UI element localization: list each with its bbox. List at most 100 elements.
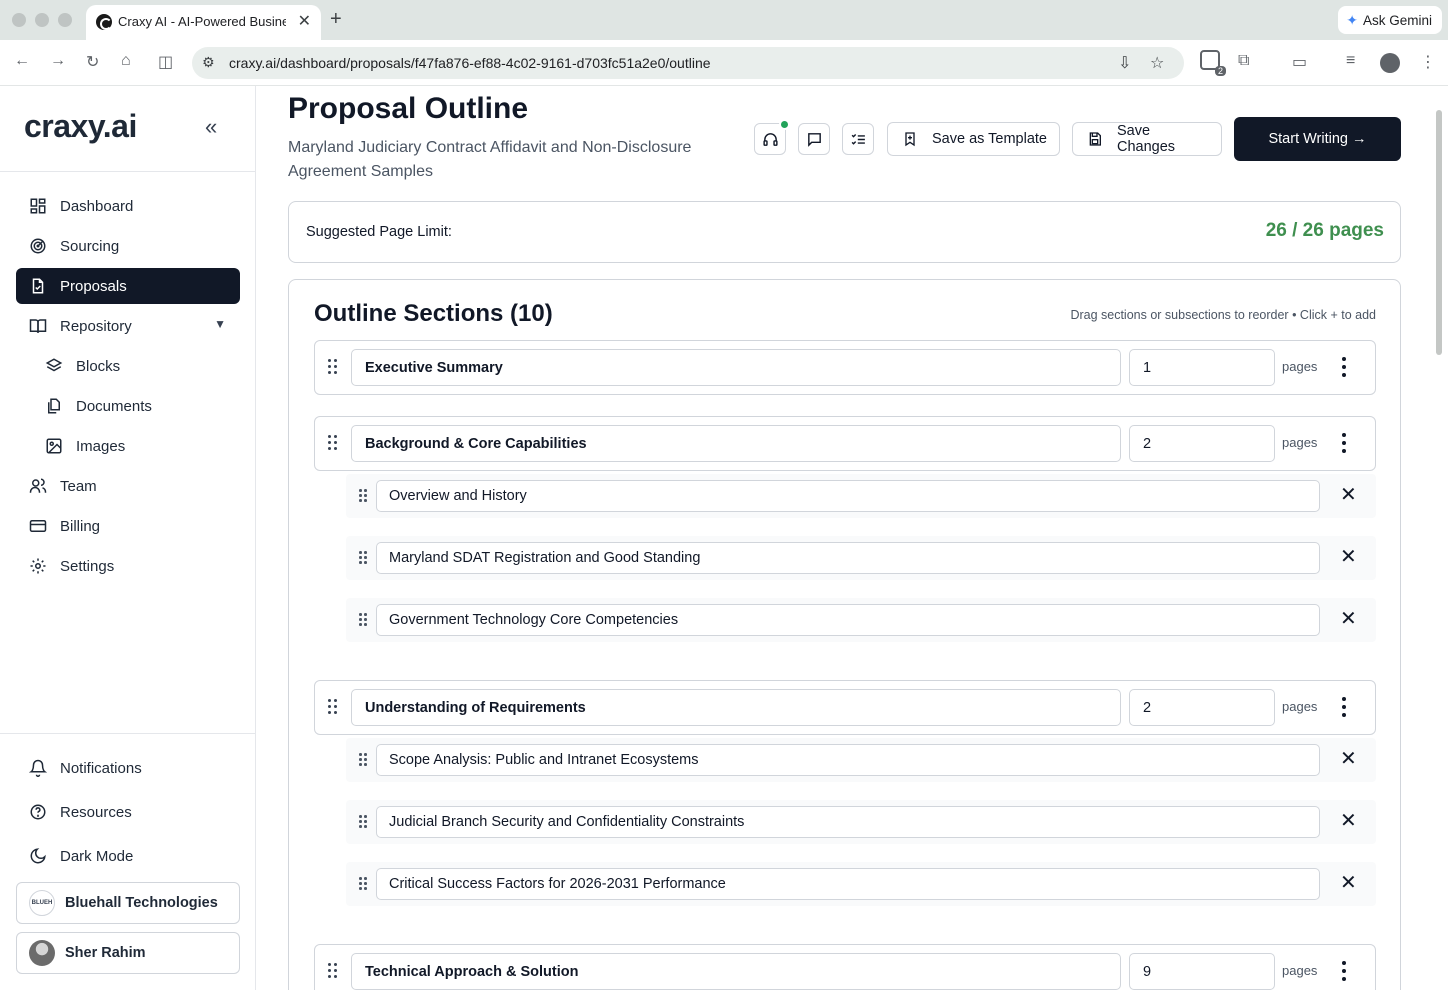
outline-section[interactable]: Background & Core Capabilities 2 pages — [314, 416, 1376, 471]
address-bar[interactable]: ⚙ craxy.ai/dashboard/proposals/f47fa876-… — [192, 47, 1184, 79]
collapse-sidebar-icon[interactable]: « — [205, 114, 217, 140]
site-info-icon[interactable]: ⚙ — [202, 54, 215, 71]
sidebar-item-blocks[interactable]: Blocks — [16, 348, 240, 384]
reload-icon[interactable]: ↻ — [86, 52, 99, 72]
outline-sections-card: Outline Sections (10) Drag sections or s… — [288, 279, 1401, 990]
drag-handle-icon[interactable] — [359, 877, 369, 891]
side-panel-icon[interactable]: ◫ — [158, 52, 173, 72]
sidebar-item-proposals[interactable]: Proposals — [16, 268, 240, 304]
more-options-icon[interactable] — [1339, 433, 1349, 455]
outline-section[interactable]: Executive Summary 1 pages — [314, 340, 1376, 395]
subsection-title-input[interactable]: Government Technology Core Competencies — [376, 604, 1320, 636]
drag-handle-icon[interactable] — [359, 613, 369, 627]
outline-section[interactable]: Technical Approach & Solution 9 pages — [314, 944, 1376, 990]
remove-subsection-icon[interactable]: ✕ — [1340, 749, 1357, 769]
sidebar-item-label: Sourcing — [60, 237, 120, 255]
reading-list-icon[interactable]: ≡ — [1346, 52, 1355, 70]
start-writing-button[interactable]: Start Writing → — [1234, 117, 1401, 161]
remove-subsection-icon[interactable]: ✕ — [1340, 485, 1357, 505]
outline-subsection[interactable]: Government Technology Core Competencies … — [346, 598, 1376, 642]
section-pages-input[interactable]: 9 — [1129, 953, 1275, 990]
sidebar-item-sourcing[interactable]: Sourcing — [16, 228, 240, 264]
subsection-title-input[interactable]: Critical Success Factors for 2026-2031 P… — [376, 868, 1320, 900]
window-zoom-control[interactable] — [58, 13, 72, 27]
section-pages-input[interactable]: 2 — [1129, 425, 1275, 462]
browser-profile-icon[interactable] — [1380, 53, 1400, 73]
drag-handle-icon[interactable] — [359, 815, 369, 829]
user-menu[interactable]: Sher Rahim — [16, 932, 240, 974]
outline-subsection[interactable]: Maryland SDAT Registration and Good Stan… — [346, 536, 1376, 580]
image-icon — [44, 436, 64, 456]
subsection-title-input[interactable]: Scope Analysis: Public and Intranet Ecos… — [376, 744, 1320, 776]
url-text[interactable]: craxy.ai/dashboard/proposals/f47fa876-ef… — [229, 55, 711, 71]
outline-subsection[interactable]: Judicial Branch Security and Confidentia… — [346, 800, 1376, 844]
remove-subsection-icon[interactable]: ✕ — [1340, 873, 1357, 893]
drag-handle-icon[interactable] — [328, 435, 342, 451]
users-icon — [28, 476, 48, 496]
outline-subsection[interactable]: Scope Analysis: Public and Intranet Ecos… — [346, 738, 1376, 782]
sidebar-item-label: Blocks — [76, 357, 121, 375]
outline-section[interactable]: Understanding of Requirements 2 pages — [314, 680, 1376, 735]
window-minimize-control[interactable] — [35, 13, 49, 27]
sidebar-item-billing[interactable]: Billing — [16, 508, 240, 544]
save-as-template-button[interactable]: Save as Template — [887, 122, 1060, 156]
install-app-icon[interactable]: ⇩ — [1118, 53, 1131, 73]
sidebar-divider — [0, 171, 256, 172]
chevron-down-icon[interactable]: ▼ — [214, 317, 226, 331]
section-title-input[interactable]: Technical Approach & Solution — [351, 953, 1121, 990]
drag-handle-icon[interactable] — [328, 963, 342, 979]
sidebar-item-settings[interactable]: Settings — [16, 548, 240, 584]
browser-tab[interactable]: Craxy AI - AI-Powered Busine ✕ — [86, 5, 321, 40]
drag-handle-icon[interactable] — [359, 551, 369, 565]
drag-handle-icon[interactable] — [359, 753, 369, 767]
drag-handle-icon[interactable] — [328, 359, 342, 375]
section-pages-input[interactable]: 1 — [1129, 349, 1275, 386]
craxy-logo[interactable]: craxy.ai — [24, 108, 137, 145]
checklist-button[interactable] — [842, 123, 874, 155]
subsection-title-input[interactable]: Overview and History — [376, 480, 1320, 512]
sidebar-item-dashboard[interactable]: Dashboard — [16, 188, 240, 224]
outline-subsection[interactable]: Overview and History ✕ — [346, 474, 1376, 518]
section-title-input[interactable]: Executive Summary — [351, 349, 1121, 386]
sidebar-item-team[interactable]: Team — [16, 468, 240, 504]
more-options-icon[interactable] — [1339, 961, 1349, 983]
organization-switcher[interactable]: BLUEH Bluehall Technologies — [16, 882, 240, 924]
sidebar-item-documents[interactable]: Documents — [16, 388, 240, 424]
more-options-icon[interactable] — [1339, 357, 1349, 379]
sidebar-item-repository[interactable]: Repository ▼ — [16, 308, 240, 344]
home-icon[interactable]: ⌂ — [121, 52, 131, 70]
sidebar-item-dark-mode[interactable]: Dark Mode — [16, 838, 240, 874]
ask-gemini-button[interactable]: ✦ Ask Gemini — [1338, 6, 1442, 34]
forward-icon[interactable]: → — [50, 52, 66, 70]
sidebar-item-label: Settings — [60, 557, 115, 575]
extensions-puzzle-icon[interactable]: ⧉ — [1238, 52, 1249, 70]
more-options-icon[interactable] — [1339, 697, 1349, 719]
main-scrollbar[interactable] — [1436, 110, 1442, 355]
remove-subsection-icon[interactable]: ✕ — [1340, 609, 1357, 629]
subsection-title-input[interactable]: Judicial Branch Security and Confidentia… — [376, 806, 1320, 838]
drag-handle-icon[interactable] — [328, 699, 342, 715]
moon-icon — [28, 846, 48, 866]
comments-button[interactable] — [798, 123, 830, 155]
sidebar-item-resources[interactable]: Resources — [16, 794, 240, 830]
drag-handle-icon[interactable] — [359, 489, 369, 503]
section-pages-input[interactable]: 2 — [1129, 689, 1275, 726]
tab-search-icon[interactable]: ▭ — [1292, 52, 1307, 72]
sidebar-item-notifications[interactable]: Notifications — [16, 750, 240, 786]
section-title-input[interactable]: Understanding of Requirements — [351, 689, 1121, 726]
sidebar-item-images[interactable]: Images — [16, 428, 240, 464]
tab-close-icon[interactable]: ✕ — [298, 11, 311, 31]
save-changes-button[interactable]: Save Changes — [1072, 122, 1222, 156]
section-title-input[interactable]: Background & Core Capabilities — [351, 425, 1121, 462]
subsection-title-input[interactable]: Maryland SDAT Registration and Good Stan… — [376, 542, 1320, 574]
bookmark-star-icon[interactable]: ☆ — [1150, 53, 1164, 73]
remove-subsection-icon[interactable]: ✕ — [1340, 811, 1357, 831]
extension-icon[interactable]: 2 — [1200, 50, 1226, 76]
window-close-control[interactable] — [12, 13, 26, 27]
outline-subsection[interactable]: Critical Success Factors for 2026-2031 P… — [346, 862, 1376, 906]
browser-menu-icon[interactable]: ⋮ — [1420, 52, 1436, 72]
new-tab-button[interactable]: + — [330, 8, 342, 31]
back-icon[interactable]: ← — [14, 52, 30, 70]
remove-subsection-icon[interactable]: ✕ — [1340, 547, 1357, 567]
support-button[interactable] — [754, 119, 790, 155]
